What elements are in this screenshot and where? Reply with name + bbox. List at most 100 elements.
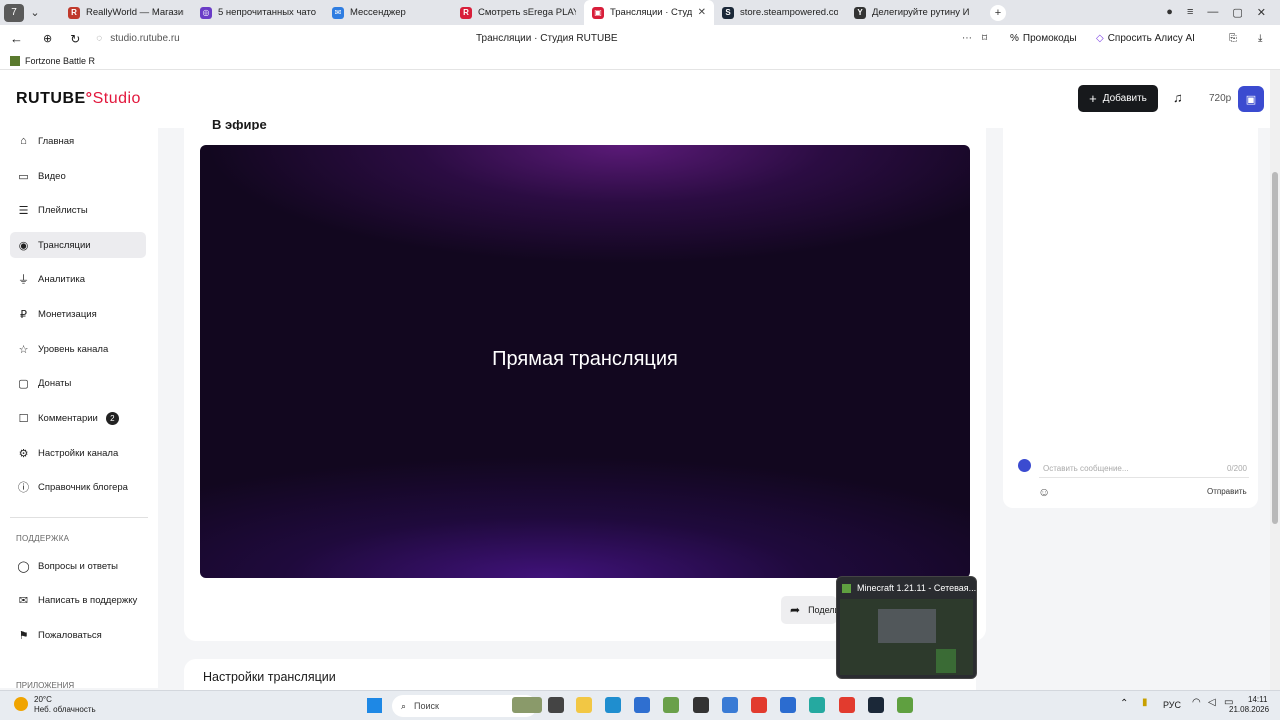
close-tab-icon[interactable]: ✕ bbox=[698, 7, 706, 18]
support-title: ПОДДЕРЖКА bbox=[16, 534, 70, 543]
sidebar-item-label: Комментарии bbox=[38, 412, 98, 424]
language-indicator[interactable]: РУС bbox=[1163, 700, 1181, 710]
sidebar-item[interactable]: ◉ Трансляции bbox=[10, 232, 146, 258]
url-text[interactable]: studio.rutube.ru bbox=[110, 33, 180, 44]
app-icon[interactable] bbox=[693, 697, 709, 713]
sidebar-item-label: Плейлисты bbox=[38, 204, 88, 216]
avatar[interactable]: ▣ bbox=[1238, 86, 1264, 112]
photos-icon[interactable] bbox=[722, 697, 738, 713]
support-item[interactable]: ✉ Написать в поддержку bbox=[10, 587, 146, 613]
minecraft-taskbar-icon[interactable] bbox=[663, 697, 679, 713]
bookmark-item[interactable]: Fortzone Battle R bbox=[25, 56, 95, 66]
settings-title: Настройки трансляции bbox=[203, 670, 336, 684]
browser-menu-icon[interactable]: 7 bbox=[4, 3, 24, 22]
tab-label: Делегируйте рутину ИИ bbox=[872, 7, 970, 18]
support-item[interactable]: ⚑ Пожаловаться bbox=[10, 622, 146, 648]
chat-avatar bbox=[1018, 459, 1031, 472]
emoji-icon[interactable]: ☺ bbox=[1038, 485, 1050, 499]
browser-tab[interactable]: ◎ 5 непрочитанных чатов bbox=[192, 0, 324, 25]
explorer-icon[interactable] bbox=[576, 697, 592, 713]
tabs-icon[interactable]: ⊕ bbox=[43, 32, 52, 45]
tab-list-chevron-icon[interactable]: ⌄ bbox=[24, 2, 46, 24]
weather-desc[interactable]: Неб. облачность bbox=[34, 705, 96, 714]
page-scrollbar[interactable] bbox=[1270, 70, 1280, 690]
weather-temp[interactable]: 20°C bbox=[34, 695, 52, 704]
sidebar-item[interactable]: ☆ Уровень канала bbox=[10, 336, 146, 362]
landscape-icon[interactable] bbox=[512, 697, 542, 713]
bookmarks-bar: Fortzone Battle R bbox=[0, 52, 1280, 70]
sidebar-item[interactable]: ☐ Комментарии 2 bbox=[10, 405, 146, 431]
gear-icon: ⚙ bbox=[18, 447, 29, 460]
send-button[interactable]: Отправить bbox=[1207, 487, 1247, 496]
tab-label: ReallyWorld — Магазин п bbox=[86, 7, 184, 18]
sidebar-item[interactable]: ⚙ Настройки канала bbox=[10, 440, 146, 466]
sidebar-item[interactable]: ₽ Монетизация bbox=[10, 301, 146, 327]
more-icon[interactable]: ⋯ bbox=[962, 33, 972, 44]
tray-up-icon[interactable]: ⌃ bbox=[1120, 698, 1128, 709]
back-icon[interactable]: ← bbox=[10, 31, 23, 46]
yandex-icon[interactable] bbox=[751, 697, 767, 713]
minimize-icon[interactable]: — bbox=[1207, 6, 1218, 19]
sidebar-item-label: Справочник блогера bbox=[38, 481, 128, 493]
share-button[interactable]: ➦ Поделиться bbox=[781, 596, 837, 624]
wifi-icon[interactable]: ◠ bbox=[1192, 697, 1201, 708]
add-button[interactable]: + Добавить bbox=[1078, 85, 1158, 112]
window-thumbnail bbox=[840, 599, 973, 675]
vpn-icon[interactable] bbox=[809, 697, 825, 713]
browser-tab[interactable]: R ReallyWorld — Магазин п bbox=[60, 0, 192, 25]
support-item[interactable]: ◯ Вопросы и ответы bbox=[10, 553, 146, 579]
volume-icon[interactable]: ◁ bbox=[1208, 697, 1216, 708]
new-tab-button[interactable]: + bbox=[990, 4, 1006, 21]
chat-input[interactable]: Оставить сообщение... 0/200 bbox=[1039, 459, 1249, 478]
profile-icon[interactable]: ● bbox=[1166, 6, 1173, 19]
support-item-label: Написать в поддержку bbox=[38, 594, 138, 606]
tab-label: store.steampowered.com bbox=[740, 7, 838, 18]
sidebar-item[interactable]: ▢ Донаты bbox=[10, 370, 146, 396]
tab-favicon-icon: S bbox=[722, 6, 734, 19]
sidebar-item-label: Донаты bbox=[38, 377, 72, 389]
rutube-studio-logo[interactable]: RUTUBE°Studio bbox=[16, 90, 141, 108]
store-icon[interactable] bbox=[634, 697, 650, 713]
calculator-icon[interactable] bbox=[780, 697, 796, 713]
sidebar-item[interactable]: ☰ Плейлисты bbox=[10, 197, 146, 223]
section-title: В эфире bbox=[212, 120, 267, 130]
browser-tab[interactable]: Y Делегируйте рутину ИИ bbox=[846, 0, 978, 25]
browser-tab[interactable]: Sstore.steampowered.com bbox=[714, 0, 846, 25]
promocodes-button[interactable]: % Промокоды bbox=[1010, 33, 1077, 44]
menu-icon[interactable]: ≡ bbox=[1187, 6, 1193, 19]
yandex-browser-icon[interactable] bbox=[839, 697, 855, 713]
browser-tab[interactable]: ▣ Трансляции · Студия R ✕ bbox=[584, 0, 714, 25]
collections-icon[interactable]: ⎘ bbox=[1229, 33, 1237, 44]
edge-icon[interactable] bbox=[605, 697, 621, 713]
clock-date[interactable]: 21.08.2026 bbox=[1229, 705, 1269, 714]
start-icon[interactable] bbox=[367, 698, 382, 713]
tab-label: 5 непрочитанных чатов bbox=[218, 7, 316, 18]
quality-label[interactable]: 720p bbox=[1209, 93, 1231, 104]
plus-icon: + bbox=[1089, 91, 1097, 106]
sidebar-item[interactable]: ▭ Видео bbox=[10, 163, 146, 189]
minecraft-icon bbox=[842, 584, 851, 593]
browser-tab[interactable]: R Смотреть sErega PLAY н bbox=[452, 0, 584, 25]
downloads-icon[interactable]: ⤓ bbox=[1258, 33, 1262, 44]
steam-icon[interactable] bbox=[868, 697, 884, 713]
minecraft-launcher-icon[interactable] bbox=[897, 697, 913, 713]
ask-alice-button[interactable]: ◇ Спросить Алису AI bbox=[1096, 33, 1195, 44]
reload-icon[interactable]: ↻ bbox=[70, 32, 80, 46]
task-view-icon[interactable] bbox=[548, 697, 564, 713]
site-info-icon[interactable]: ◌ bbox=[96, 33, 102, 44]
maximize-icon[interactable]: ▢ bbox=[1232, 6, 1242, 19]
page-title-bar: Трансляции · Студия RUTUBE bbox=[476, 33, 618, 44]
browser-tab[interactable]: ✉ Мессенджер bbox=[324, 0, 452, 25]
support-item-label: Вопросы и ответы bbox=[38, 560, 119, 572]
bookmark-icon[interactable]: ⌑ bbox=[982, 33, 987, 44]
bell-icon[interactable]: ♫ bbox=[1173, 90, 1183, 105]
video-icon: ▭ bbox=[18, 170, 29, 183]
clock-time[interactable]: 14:11 bbox=[1248, 695, 1267, 704]
sidebar-item[interactable]: ⏚ Аналитика bbox=[10, 266, 146, 292]
app-header: RUTUBE°Studio + Добавить ♫ 720p ▣ bbox=[0, 70, 1270, 128]
close-window-icon[interactable]: ✕ bbox=[1257, 6, 1266, 19]
taskbar-preview-popup[interactable]: Minecraft 1.21.11 - Сетевая... bbox=[836, 576, 977, 679]
sidebar-item[interactable]: ⌂ Главная bbox=[10, 128, 146, 154]
sidebar-item[interactable]: ⓘ Справочник блогера bbox=[10, 474, 146, 500]
tray-mic-icon[interactable]: ▮ bbox=[1142, 697, 1148, 708]
